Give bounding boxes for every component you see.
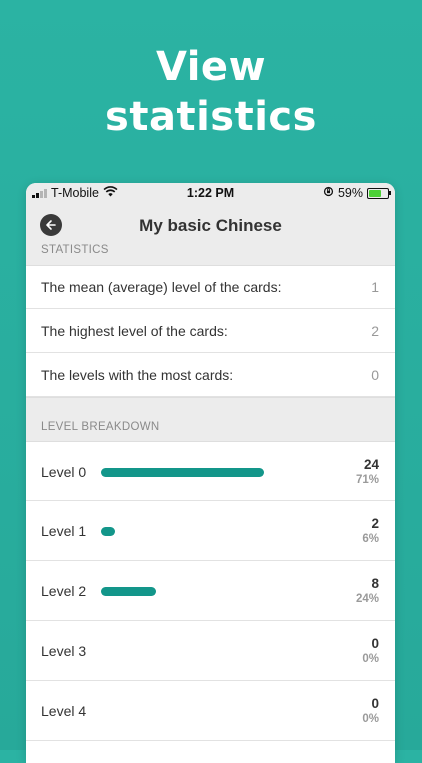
- level-bar: [101, 527, 115, 536]
- level-bar: [101, 468, 264, 477]
- battery-charging-icon: [367, 187, 391, 199]
- level-label: Level 3: [41, 643, 87, 659]
- hero-line-1: View: [155, 44, 267, 90]
- hero-title: View statistics: [0, 42, 422, 142]
- level-bar: [101, 587, 156, 596]
- level-count: 0: [371, 696, 379, 711]
- stat-row-most-cards: The levels with the most cards: 0: [26, 353, 395, 397]
- stat-label: The mean (average) level of the cards:: [41, 279, 282, 295]
- level-breakdown-section-header: LEVEL BREAKDOWN: [26, 397, 395, 441]
- level-label: Level 4: [41, 703, 87, 719]
- page-title: My basic Chinese: [139, 216, 282, 235]
- level-row: Level 3 0 0%: [26, 621, 395, 681]
- nav-bar: My basic Chinese: [26, 203, 395, 248]
- stat-row-mean: The mean (average) level of the cards: 1: [26, 265, 395, 309]
- level-label: Level 1: [41, 523, 87, 539]
- phone-screen: T-Mobile 1:22 PM 59% My basic Chinese ST…: [26, 183, 395, 763]
- stat-value: 1: [371, 279, 379, 295]
- orientation-lock-icon: [323, 186, 334, 200]
- statistics-list: The mean (average) level of the cards: 1…: [26, 265, 395, 397]
- level-count: 2: [371, 516, 379, 531]
- level-label: Level 2: [41, 583, 87, 599]
- level-breakdown-list: Level 0 24 71% Level 1 2 6% Level 2 8 24…: [26, 441, 395, 741]
- level-row: Level 0 24 71%: [26, 441, 395, 501]
- hero-line-2: statistics: [105, 94, 317, 140]
- level-percent: 71%: [355, 474, 379, 486]
- level-count: 24: [363, 457, 379, 472]
- level-row: Level 2 8 24%: [26, 561, 395, 621]
- battery-percent: 59%: [337, 186, 363, 200]
- stat-label: The highest level of the cards:: [41, 322, 228, 339]
- stat-value: 0: [371, 366, 379, 383]
- stat-value: 2: [371, 322, 379, 339]
- level-row: Level 1 2 6%: [26, 501, 395, 561]
- level-percent: 0%: [362, 653, 379, 665]
- level-label: Level 0: [41, 464, 87, 480]
- level-count: 8: [371, 576, 379, 591]
- stat-label: The levels with the most cards:: [41, 366, 234, 383]
- stat-row-highest: The highest level of the cards: 2: [26, 309, 395, 353]
- statistics-section-header: STATISTICS: [26, 243, 395, 265]
- level-percent: 0%: [362, 713, 379, 725]
- level-percent: 24%: [355, 593, 379, 605]
- level-count: 0: [371, 636, 379, 651]
- status-bar: T-Mobile 1:22 PM 59%: [26, 183, 395, 203]
- level-row: Level 4 0 0%: [26, 681, 395, 741]
- level-percent: 6%: [362, 533, 379, 545]
